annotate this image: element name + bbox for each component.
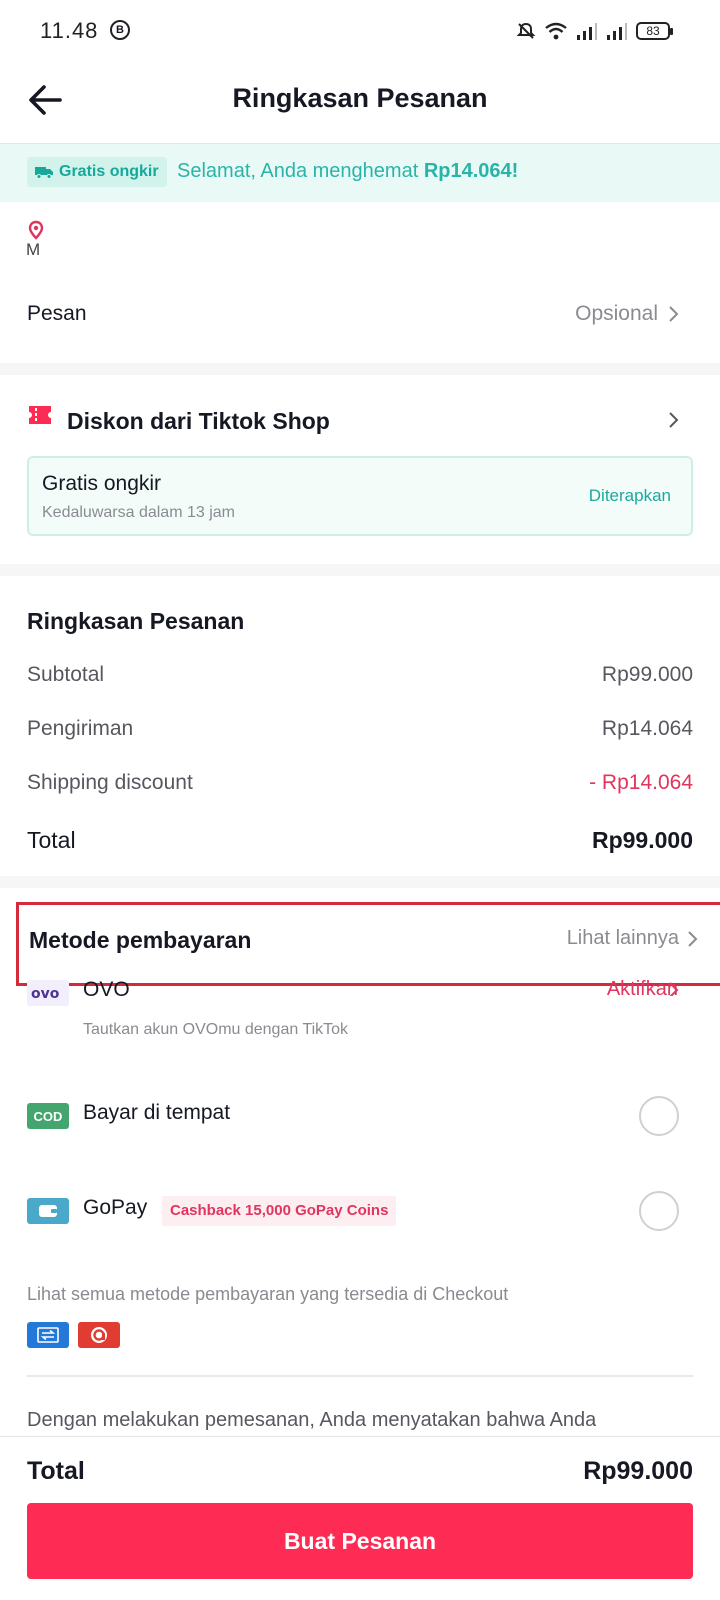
ovo-chevron-icon bbox=[668, 980, 680, 996]
header: Ringkasan Pesanan bbox=[0, 60, 720, 144]
message-value: Opsional bbox=[575, 302, 658, 325]
discount-chevron-icon[interactable] bbox=[668, 410, 680, 435]
address-fragment: M bbox=[26, 240, 40, 259]
savings-amount: Rp14.064! bbox=[423, 160, 519, 182]
summary-value: Rp99.000 bbox=[601, 663, 693, 686]
svg-text:ovo: ovo bbox=[31, 986, 60, 1002]
message-label: Pesan bbox=[27, 302, 87, 325]
free-shipping-tag: Gratis ongkir bbox=[27, 157, 167, 187]
cod-radio[interactable] bbox=[639, 1096, 679, 1136]
chevron-right-icon bbox=[669, 306, 679, 322]
payment-method-title: Metode pembayaran bbox=[29, 927, 252, 953]
gopay-wallet-icon bbox=[27, 1198, 69, 1224]
summary-total-value: Rp99.000 bbox=[591, 827, 693, 853]
payment-method-header[interactable]: Metode pembayaran Lihat lainnya bbox=[16, 902, 720, 986]
cod-icon: COD bbox=[27, 1103, 69, 1129]
payment-provider-icon bbox=[78, 1322, 120, 1348]
voucher-expiry: Kedaluwarsa dalam 13 jam bbox=[42, 504, 235, 521]
signal-icon-2 bbox=[607, 23, 627, 40]
section-divider bbox=[0, 363, 720, 375]
ovo-subtitle: Tautkan akun OVOmu dengan TikTok bbox=[83, 1021, 349, 1038]
gopay-cashback-badge: Cashback 15,000 GoPay Coins bbox=[162, 1196, 397, 1226]
page-title: Ringkasan Pesanan bbox=[232, 83, 488, 113]
bank-transfer-icon bbox=[27, 1322, 69, 1348]
truck-icon bbox=[35, 167, 53, 179]
bottom-total-label: Total bbox=[27, 1457, 85, 1485]
voucher-card[interactable]: Gratis ongkir Kedaluwarsa dalam 13 jam D… bbox=[27, 456, 693, 536]
ovo-name: OVO bbox=[83, 978, 130, 1000]
summary-label: Subtotal bbox=[27, 663, 105, 686]
voucher-icon bbox=[27, 404, 53, 431]
see-more-label: Lihat lainnya bbox=[566, 927, 679, 949]
battery-icon: 83 bbox=[636, 22, 673, 40]
status-icons: 83 bbox=[516, 20, 673, 42]
gopay-name: GoPay bbox=[83, 1196, 148, 1219]
summary-title: Ringkasan Pesanan bbox=[27, 608, 245, 634]
summary-row-shipping-discount: Shipping discount - Rp14.064 bbox=[27, 771, 693, 795]
place-order-button[interactable]: Buat Pesanan bbox=[27, 1503, 693, 1579]
summary-label: Shipping discount bbox=[27, 771, 193, 794]
voucher-title: Gratis ongkir bbox=[42, 472, 162, 495]
message-row[interactable]: Pesan Opsional bbox=[0, 288, 720, 344]
section-divider bbox=[0, 876, 720, 888]
see-all-methods-text: Lihat semua metode pembayaran yang terse… bbox=[27, 1284, 509, 1304]
bottom-bar: Total Rp99.000 Buat Pesanan bbox=[0, 1436, 720, 1600]
savings-prefix: Selamat, Anda menghemat bbox=[177, 160, 424, 182]
savings-message: Selamat, Anda menghemat Rp14.064! bbox=[177, 160, 518, 183]
summary-value: - Rp14.064 bbox=[589, 771, 693, 794]
terms-text: Dengan melakukan pemesanan, Anda menyata… bbox=[27, 1409, 597, 1431]
free-shipping-banner: Gratis ongkir Selamat, Anda menghemat Rp… bbox=[0, 144, 720, 202]
section-divider bbox=[0, 564, 720, 576]
see-more-link[interactable]: Lihat lainnya bbox=[567, 927, 699, 950]
free-shipping-tag-label: Gratis ongkir bbox=[59, 163, 159, 180]
voucher-status: Diterapkan bbox=[588, 486, 671, 505]
gopay-radio[interactable] bbox=[639, 1191, 679, 1231]
summary-label: Pengiriman bbox=[27, 717, 134, 740]
wifi-icon bbox=[545, 22, 567, 40]
ovo-logo-icon: ovo bbox=[27, 980, 69, 1006]
signal-icon bbox=[577, 23, 597, 40]
cod-name: Bayar di tempat bbox=[83, 1101, 231, 1124]
status-bar: 11.48 B 83 bbox=[0, 0, 720, 60]
message-value-wrap: Opsional bbox=[575, 302, 680, 326]
chevron-right-icon bbox=[688, 930, 698, 947]
bell-off-icon bbox=[516, 22, 536, 39]
summary-value: Rp14.064 bbox=[601, 717, 693, 740]
status-time: 11.48 bbox=[40, 18, 99, 43]
summary-row-subtotal: Subtotal Rp99.000 bbox=[27, 663, 693, 687]
discount-title: Diskon dari Tiktok Shop bbox=[67, 408, 330, 434]
bottom-total-value: Rp99.000 bbox=[583, 1457, 693, 1485]
summary-total-label: Total bbox=[27, 827, 76, 853]
b-badge-icon: B bbox=[110, 20, 130, 40]
summary-row-total: Total Rp99.000 bbox=[27, 827, 693, 854]
divider bbox=[27, 1375, 693, 1377]
summary-row-shipping: Pengiriman Rp14.064 bbox=[27, 717, 693, 741]
